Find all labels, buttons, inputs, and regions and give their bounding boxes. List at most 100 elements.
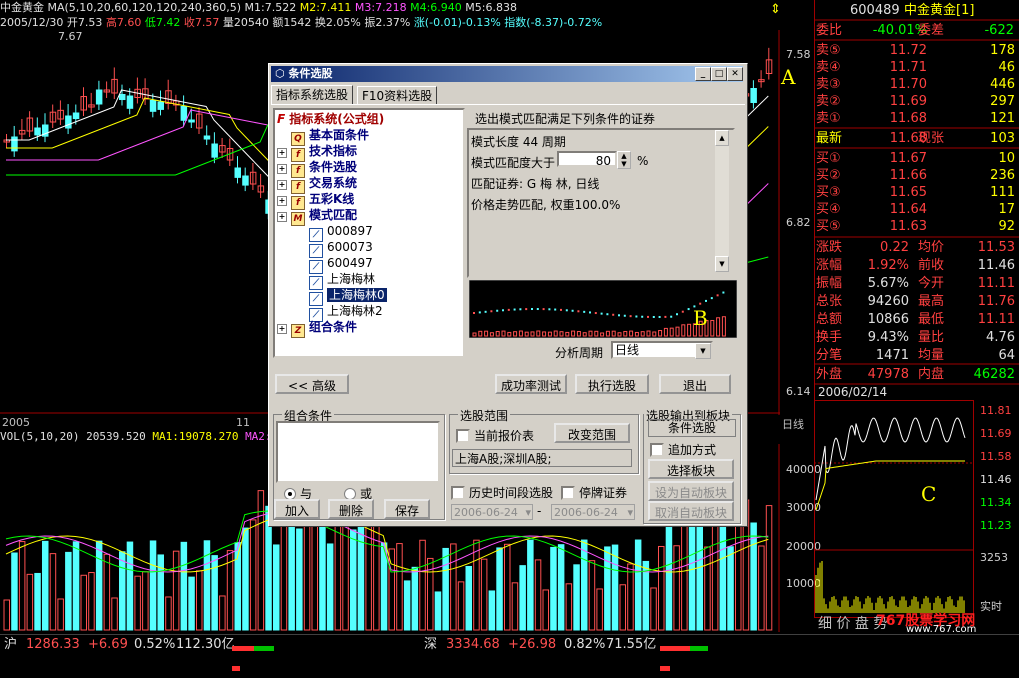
volume-bar [735,521,742,631]
expand-icon[interactable]: + [277,148,287,158]
tree-item[interactable]: + f 五彩K线 [277,191,354,210]
formula-group-icon: M [291,212,305,226]
volume-bar [419,539,426,631]
match-degree-input[interactable]: 80 [557,151,617,168]
pattern-point [658,315,661,318]
pattern-point [548,308,551,311]
pattern-length: 模式长度 44 周期 [471,135,566,149]
period-label: 分析周期 [555,346,604,360]
bar-date: 2005/12/30 [0,16,64,29]
pattern-point [676,313,678,316]
pattern-point [519,308,522,311]
tree-item[interactable]: + f 技术指标 [277,143,357,162]
delete-button[interactable]: 删除 [328,499,374,519]
minimize-button[interactable]: _ [695,67,711,81]
param-scrollbar[interactable]: ▲ ▼ [715,130,729,272]
combo-condition-group: 组合条件 与 或 加入 删除 保存 [273,407,445,520]
low-value: 低7.42 [144,16,181,29]
pattern-item[interactable]: ⟋ 600497 [309,255,373,274]
append-label: 追加方式 [668,443,717,457]
expand-icon[interactable]: + [277,164,287,174]
scroll-down-icon[interactable]: ▼ [715,256,729,272]
tree-item[interactable]: + f 条件选股 [277,159,357,178]
price-axis-3: 6.14 [786,385,811,398]
add-button[interactable]: 加入 [274,499,320,519]
expand-icon[interactable]: + [277,212,287,222]
combo-condition-list[interactable] [276,421,440,483]
volume-bar [273,544,280,631]
dialog-titlebar[interactable]: ⬡ 条件选股 _ □ ✕ [271,66,743,82]
arrow-updown-icon[interactable]: ⇕ [770,2,781,17]
pattern-item-label: 600497 [327,256,373,270]
tree-item[interactable]: + f 交易系统 [277,175,357,194]
date-to-input[interactable]: 2006-06-24 ▾ [551,504,635,520]
tree-item[interactable]: Q 基本面条件 [277,127,369,146]
candle-body [34,127,41,136]
pattern-point [612,313,615,316]
tree-root[interactable]: F 指标系统(公式组) [277,111,384,127]
tree-item[interactable]: + M 模式匹配 [277,207,357,226]
candle-body [750,88,757,103]
volume-bar [303,518,311,631]
volume-bar [650,587,657,631]
pattern-item[interactable]: ⟋ 600073 [309,239,373,258]
line-tab[interactable]: 日线 [782,416,804,432]
formula-tree[interactable]: F 指标系统(公式组) Q 基本面条件 + f 技术指标 + f 条件选股 + f 交易系统 + f 五彩K… [273,108,465,358]
chevron-down-icon[interactable]: ▾ [627,505,633,521]
pattern-item[interactable]: ⟋ 上海梅林 [309,271,375,290]
pattern-item[interactable]: ⟋ 上海梅林0 [309,287,388,306]
pattern-point [589,311,591,314]
match-degree-spinner[interactable]: ▲ ▼ [617,151,631,169]
append-checkbox[interactable]: 追加方式 [650,441,716,458]
scroll-up-icon[interactable]: ▲ [715,130,729,146]
intraday-chart[interactable] [814,400,974,618]
advanced-button[interactable]: << 高级 [275,374,349,394]
volume-bar [219,595,226,631]
candle-body [188,119,195,123]
candle-body [65,115,72,129]
chevron-down-icon[interactable]: ▼ [695,343,711,359]
period-select[interactable]: 日线 ▼ [611,341,713,359]
tab-indicator-screening[interactable]: 指标系统选股 [271,85,354,105]
volume-bar [249,519,257,631]
expand-icon[interactable]: + [277,180,287,190]
expand-icon[interactable]: + [277,196,287,206]
change-range-button[interactable]: 改变范围 [554,423,630,443]
pattern-point [531,308,533,311]
select-block-button[interactable]: 选择板块 [648,459,734,479]
date-from-input[interactable]: 2006-06-24 ▾ [451,504,533,520]
history-period-checkbox[interactable]: 历史时间段选股 [451,484,553,501]
volume-bar [673,545,680,631]
pattern-item[interactable]: ⟋ 000897 [309,223,373,242]
volume-bar [11,552,18,631]
exit-button[interactable]: 退出 [659,374,731,394]
quote-panel-grid [814,0,1019,400]
close-button[interactable]: ✕ [727,67,743,81]
expand-icon[interactable]: + [277,324,287,334]
save-button[interactable]: 保存 [384,499,430,519]
suspended-checkbox[interactable]: 停牌证券 [561,484,627,501]
execute-screening-button[interactable]: 执行选股 [575,374,649,394]
current-quote-checkbox[interactable]: 当前报价表 [456,427,534,444]
set-auto-block-button[interactable]: 设为自动板块 [648,481,734,501]
pattern-point [560,308,562,311]
pattern-point [710,297,713,300]
sz-amount: 71.55亿 [606,637,657,652]
cancel-auto-block-button[interactable]: 取消自动板块 [648,501,734,521]
success-test-button[interactable]: 成功率测试 [495,374,567,394]
volume-bar [26,573,34,631]
tab-f10-screening[interactable]: F10资料选股 [357,86,438,105]
x-axis-label-11: 11 [236,416,250,429]
tree-item-combo[interactable]: + Z 组合条件 [277,319,357,338]
volume-bar [542,589,549,631]
description-title: 选出模式匹配满足下列条件的证券 [475,112,656,126]
maximize-button[interactable]: □ [711,67,727,81]
volume-bar [403,580,411,631]
chevron-down-icon[interactable]: ▾ [525,505,531,521]
dialog-title: 条件选股 [288,67,333,80]
intraday-vol-axis: 3253 [980,551,1008,564]
volume-bar [18,541,26,631]
site-watermark: 767股票学习网 www.767.com [876,610,1019,635]
pattern-item[interactable]: ⟋ 上海梅林2 [309,303,383,322]
candle-body [72,112,80,120]
